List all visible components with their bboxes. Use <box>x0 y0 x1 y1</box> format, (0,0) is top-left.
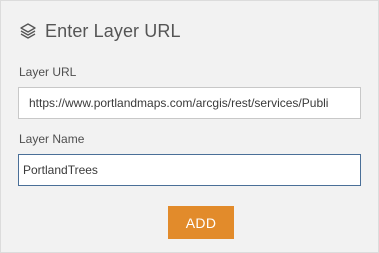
layer-name-input[interactable] <box>18 154 361 186</box>
layer-url-input[interactable] <box>18 87 361 119</box>
panel-title: Enter Layer URL <box>45 20 181 41</box>
layer-name-label: Layer Name <box>19 132 85 146</box>
layers-icon <box>19 22 37 40</box>
panel-header: Enter Layer URL <box>19 19 181 43</box>
layer-url-label: Layer URL <box>19 65 77 79</box>
add-button[interactable]: ADD <box>168 206 234 239</box>
add-layer-panel: Enter Layer URL Layer URL Layer Name ADD <box>0 0 379 253</box>
